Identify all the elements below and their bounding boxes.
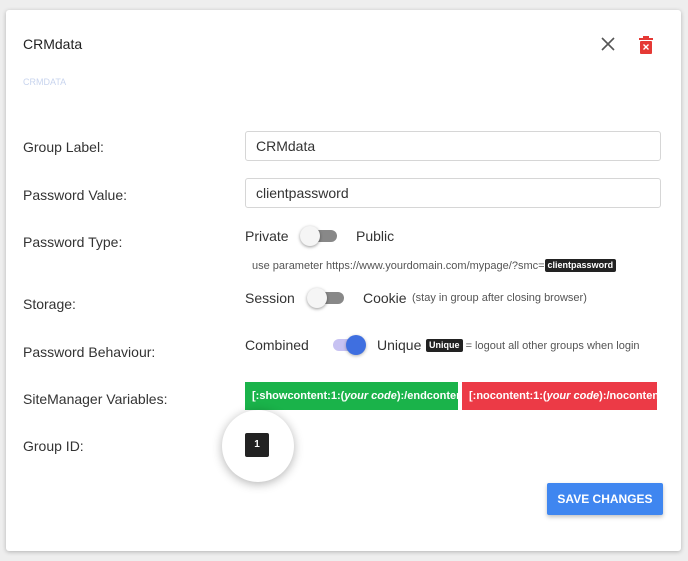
password-type-private: Private [245, 228, 289, 244]
group-label-input[interactable]: CRMdata [245, 131, 661, 161]
storage-cookie: Cookie [363, 290, 407, 306]
password-behaviour-hint: Unique = logout all other groups when lo… [426, 339, 640, 352]
unique-hint-text: = logout all other groups when login [465, 340, 640, 352]
storage-hint: (stay in group after closing browser) [412, 292, 587, 304]
password-type-toggle[interactable] [300, 226, 337, 246]
nocontent-snippet-button[interactable]: [:nocontent:1:(your code):/nocontent:] [462, 382, 670, 410]
password-tag: clientpassword [544, 259, 617, 272]
delete-icon[interactable] [639, 36, 653, 54]
password-type-hint-text: use parameter https://www.yourdomain.com… [252, 260, 545, 272]
password-behaviour-combined: Combined [245, 337, 309, 353]
faint-text: CRMDATA [23, 77, 67, 87]
dialog-title: CRMdata [23, 36, 83, 52]
password-behaviour-unique: Unique [377, 337, 422, 353]
storage-session: Session [245, 290, 295, 306]
storage-label: Storage: [23, 296, 76, 312]
password-value-input[interactable]: clientpassword [245, 178, 661, 208]
password-value-label: Password Value: [23, 187, 128, 203]
password-behaviour-toggle[interactable] [328, 335, 366, 355]
showcontent-snippet-button[interactable]: [:showcontent:1:(your code):/endcontent:… [245, 382, 474, 410]
group-id-label: Group ID: [23, 438, 84, 454]
password-type-label: Password Type: [23, 234, 123, 250]
close-icon[interactable] [600, 36, 616, 52]
password-type-hint: use parameter https://www.yourdomain.com… [252, 259, 617, 272]
password-behaviour-label: Password Behaviour: [23, 344, 156, 360]
group-dialog: CRMdata CRMDATA Group Label: CRMdata Pas… [6, 10, 681, 551]
sitemanager-variables-label: SiteManager Variables: [23, 391, 168, 407]
group-label-label: Group Label: [23, 139, 104, 155]
storage-toggle[interactable] [307, 288, 344, 308]
save-changes-button[interactable]: SAVE CHANGES [547, 483, 663, 515]
unique-tag: Unique [426, 339, 463, 352]
group-id-badge: 1 [245, 433, 269, 457]
password-type-public: Public [356, 228, 395, 244]
